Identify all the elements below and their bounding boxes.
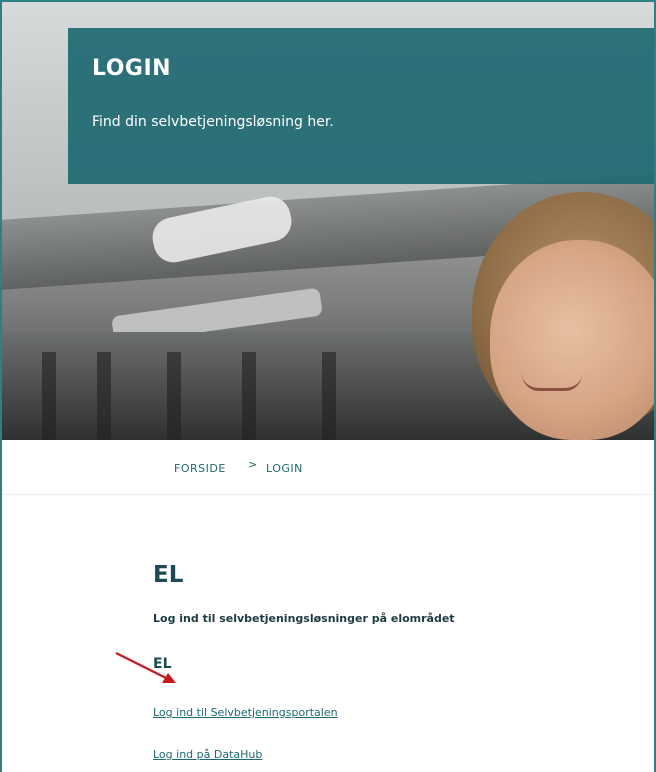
hero-image: LOGIN Find din selvbetjeningsløsning her… [2,2,654,440]
breadcrumb-current: LOGIN [266,462,303,475]
selvbetjeningsportal-link[interactable]: Log ind til Selvbetjeningsportalen [153,706,338,719]
section-title: EL [153,562,184,588]
section-description: Log ind til selvbetjeningsløsninger på e… [153,612,455,625]
page-frame: LOGIN Find din selvbetjeningsløsning her… [0,0,656,772]
red-arrow-icon [115,652,176,683]
chevron-right-icon: > [248,458,258,471]
page-subtitle: Find din selvbetjeningsløsning her. [92,114,334,130]
login-banner [68,28,654,184]
datahub-link[interactable]: Log ind på DataHub [153,748,262,761]
page-title: LOGIN [92,56,172,81]
breadcrumb [2,440,654,495]
breadcrumb-home-link[interactable]: FORSIDE [174,462,226,475]
